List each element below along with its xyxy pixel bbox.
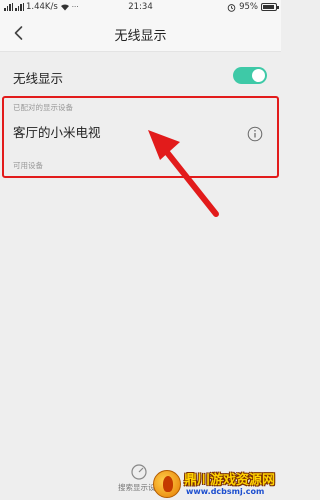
title-bar: 无线显示 [0,16,281,52]
battery-percent: 95% [239,2,258,12]
wireless-display-toggle[interactable] [233,67,267,84]
toggle-knob [252,69,265,82]
wireless-display-label: 无线显示 [13,71,64,86]
watermark-url: www.dcbsmj.com [186,487,265,496]
alarm-clock-icon [227,3,236,12]
watermark-logo-icon [153,470,181,498]
status-right: 95% [227,2,279,12]
annotation-arrow-icon [148,130,219,217]
watermark: 鼎川游戏资源网 www.dcbsmj.com [151,468,281,500]
page-title: 无线显示 [114,29,167,44]
watermark-title: 鼎川游戏资源网 [184,473,276,488]
battery-icon [261,3,279,11]
status-bar: 1.44K/s ··· 21:34 95% [0,0,281,16]
radar-search-icon[interactable] [130,463,148,481]
wireless-display-row: 无线显示 [0,60,281,92]
